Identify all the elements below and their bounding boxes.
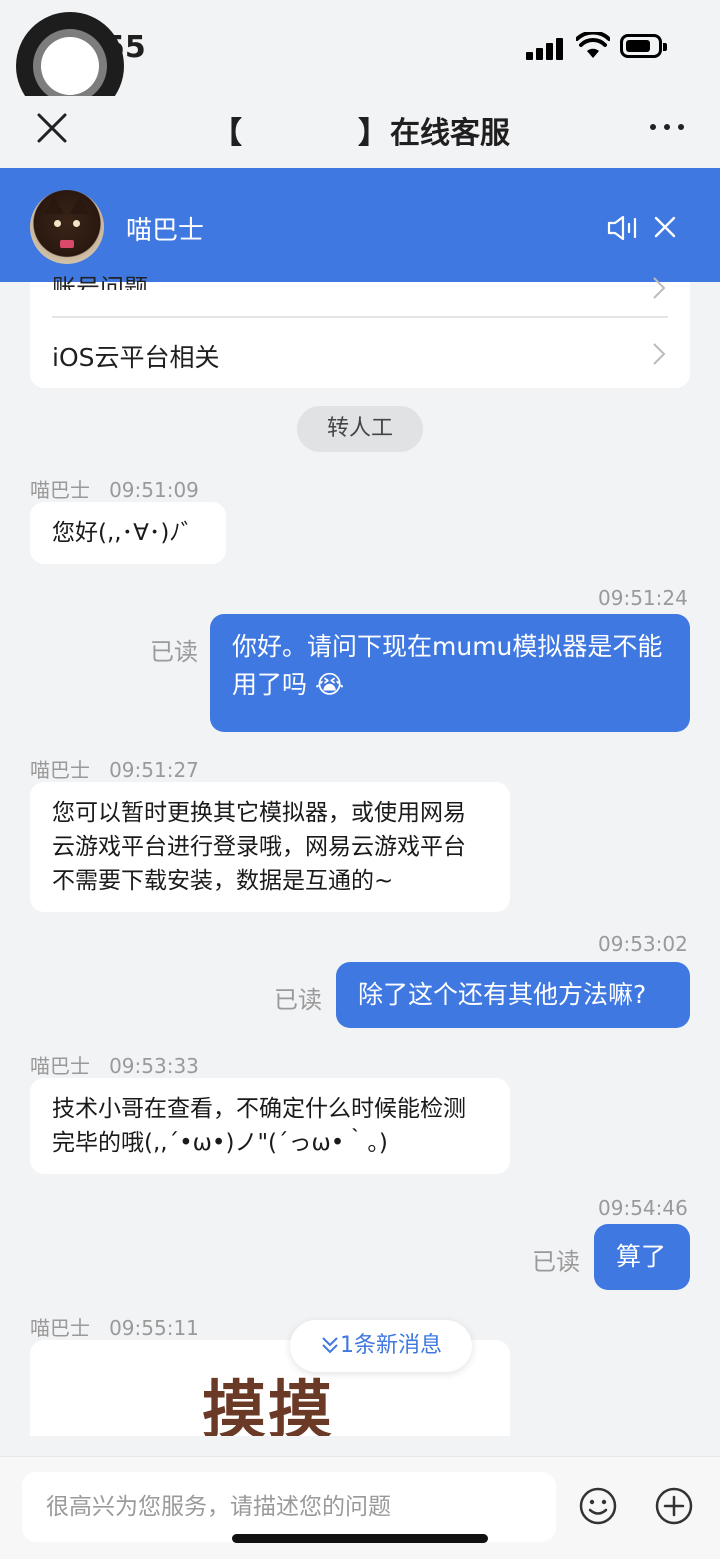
- title-bracket-close: 】: [358, 116, 388, 151]
- message-sender: 喵巴士: [30, 1054, 90, 1078]
- message-meta: 喵巴士 09:51:09: [30, 474, 199, 503]
- message-time: 09:55:11: [109, 1316, 199, 1340]
- transfer-to-human-button[interactable]: 转人工: [297, 406, 423, 452]
- new-message-label: 1条新消息: [340, 1333, 442, 1358]
- plus-icon[interactable]: [654, 1486, 694, 1526]
- chevron-right-icon[interactable]: [652, 342, 666, 366]
- menu-item-ios-cloud[interactable]: iOS云平台相关: [52, 338, 220, 374]
- message-meta: 喵巴士 09:53:33: [30, 1050, 199, 1079]
- message-time: 09:54:46: [598, 1196, 688, 1220]
- agent-name: 喵巴士: [126, 216, 205, 246]
- title-bracket-open: 【: [212, 116, 242, 151]
- message-time: 09:53:02: [598, 932, 688, 956]
- agent-message-bubble: 技术小哥在查看，不确定什么时候能检测完毕的哦(,,´•ω•)ノ"(´っω•｀。): [30, 1078, 510, 1174]
- message-input[interactable]: [22, 1472, 556, 1542]
- message-sender: 喵巴士: [30, 478, 90, 502]
- message-meta: 喵巴士 09:51:27: [30, 754, 199, 783]
- menu-item-account[interactable]: 账号问题: [52, 268, 148, 290]
- cellular-signal-icon: [526, 36, 566, 60]
- message-sender: 喵巴士: [30, 1316, 90, 1340]
- message-time: 09:53:33: [109, 1054, 199, 1078]
- title-text: 在线客服: [390, 116, 510, 151]
- user-message-bubble: 算了: [594, 1224, 690, 1290]
- user-message-bubble: 你好。请问下现在mumu模拟器是不能用了吗 😭: [210, 614, 690, 732]
- close-agent-icon[interactable]: [654, 216, 676, 238]
- battery-icon: [620, 34, 667, 58]
- speaker-icon[interactable]: [606, 214, 640, 242]
- message-time: 09:51:27: [109, 758, 199, 782]
- more-options-icon[interactable]: [650, 124, 684, 130]
- agent-message-bubble: 您好(,,･∀･)ﾉ゛: [30, 502, 226, 564]
- message-sender: 喵巴士: [30, 758, 90, 782]
- read-status: 已读: [532, 1248, 580, 1276]
- message-meta: 喵巴士 09:55:11: [30, 1312, 199, 1341]
- read-status: 已读: [274, 986, 322, 1014]
- menu-divider: [52, 316, 668, 318]
- wifi-icon: [576, 32, 610, 58]
- new-message-button[interactable]: 1条新消息: [290, 1320, 472, 1372]
- home-indicator: [232, 1534, 488, 1543]
- agent-avatar[interactable]: [30, 190, 104, 264]
- message-time: 09:51:09: [109, 478, 199, 502]
- close-icon[interactable]: [36, 112, 68, 144]
- message-time: 09:51:24: [598, 586, 688, 610]
- emoji-icon[interactable]: [578, 1486, 618, 1526]
- chevron-right-icon: [653, 277, 666, 299]
- user-message-bubble: 除了这个还有其他方法嘛?: [336, 962, 690, 1028]
- read-status: 已读: [150, 638, 198, 666]
- faq-menu-card: 账号问题 iOS云平台相关: [30, 274, 690, 388]
- double-chevron-down-icon: [322, 1337, 338, 1354]
- agent-message-bubble: 您可以暂时更换其它模拟器，或使用网易云游戏平台进行登录哦，网易云游戏平台不需要下…: [30, 782, 510, 912]
